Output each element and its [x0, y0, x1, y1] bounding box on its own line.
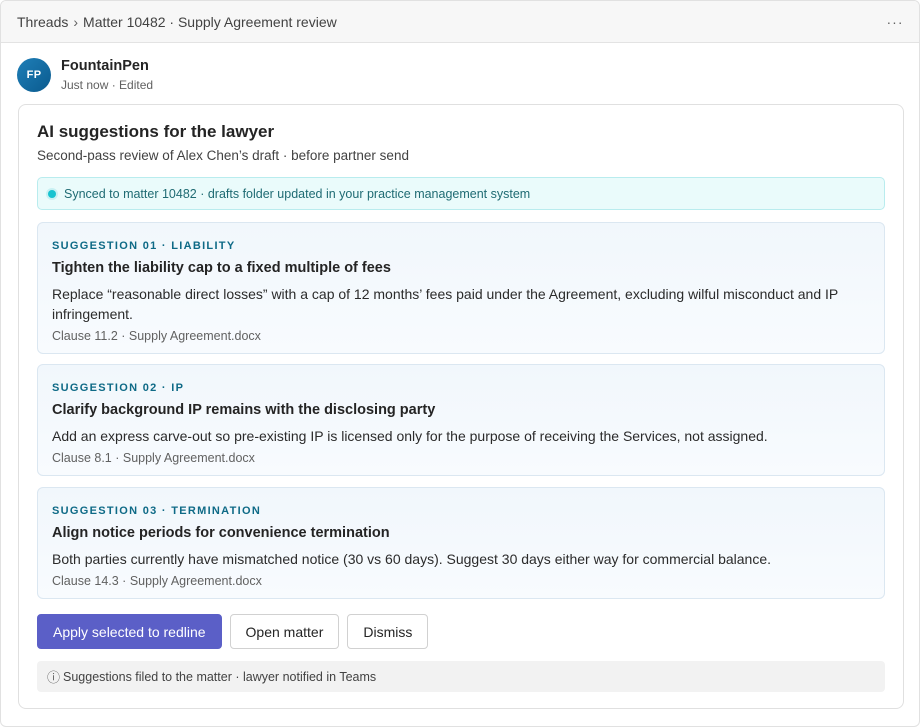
- suggestion-reference: Clause 11.2 · Supply Agreement.docx: [52, 329, 261, 343]
- info-icon: ⓘ: [47, 670, 61, 685]
- breadcrumb-separator: ›: [73, 13, 79, 30]
- suggestion-reference: Clause 14.3 · Supply Agreement.docx: [52, 574, 262, 588]
- suggestion-card-ip[interactable]: SUGGESTION 02 · IP Clarify background IP…: [37, 364, 885, 476]
- suggestion-body: Both parties currently have mismatched n…: [52, 551, 772, 567]
- suggestion-title: Clarify background IP remains with the d…: [52, 402, 436, 418]
- sync-status-dot-icon: [48, 189, 56, 198]
- card-subtitle: Second-pass review of Alex Chen’s draft …: [37, 148, 409, 163]
- suggestion-eyebrow: SUGGESTION 03 · TERMINATION: [52, 505, 262, 517]
- apply-to-redline-button[interactable]: Apply selected to redline: [37, 614, 222, 649]
- sender-block: FountainPen Just now · Edited: [61, 58, 153, 92]
- message-window: Threads › Matter 10482 · Supply Agreemen…: [0, 0, 920, 727]
- action-bar: Apply selected to redline Open matter Di…: [37, 614, 436, 649]
- breadcrumb-threads[interactable]: Threads: [17, 14, 68, 30]
- message-meta: Just now · Edited: [61, 78, 154, 92]
- more-options-icon[interactable]: ···: [885, 12, 905, 32]
- suggestion-body: Replace “reasonable direct losses” with …: [52, 286, 838, 322]
- suggestion-body: Add an express carve-out so pre-existing…: [52, 428, 768, 444]
- suggestion-card-termination[interactable]: SUGGESTION 03 · TERMINATION Align notice…: [37, 487, 885, 599]
- open-matter-button[interactable]: Open matter: [229, 614, 340, 649]
- footer-note-text: Suggestions filed to the matter · lawyer…: [63, 669, 377, 684]
- suggestion-card-liability[interactable]: SUGGESTION 01 · LIABILITY Tighten the li…: [37, 222, 885, 354]
- sync-status-text: Synced to matter 10482 · drafts folder u…: [64, 186, 531, 201]
- sender-name[interactable]: FountainPen: [61, 58, 153, 75]
- dismiss-button[interactable]: Dismiss: [347, 614, 429, 649]
- sync-status-banner: Synced to matter 10482 · drafts folder u…: [37, 177, 885, 210]
- suggestion-title: Align notice periods for convenience ter…: [52, 525, 390, 541]
- suggestion-title: Tighten the liability cap to a fixed mul…: [52, 260, 391, 276]
- suggestion-eyebrow: SUGGESTION 01 · LIABILITY: [52, 240, 236, 252]
- avatar[interactable]: FP: [17, 58, 51, 92]
- suggestion-reference: Clause 8.1 · Supply Agreement.docx: [52, 451, 255, 465]
- breadcrumb: Threads › Matter 10482 · Supply Agreemen…: [17, 14, 337, 30]
- breadcrumb-current: Matter 10482 · Supply Agreement review: [83, 13, 337, 30]
- card-title: AI suggestions for the lawyer: [37, 122, 275, 141]
- message-header: FP FountainPen Just now · Edited: [17, 58, 153, 92]
- top-bar: Threads › Matter 10482 · Supply Agreemen…: [1, 1, 919, 43]
- suggestion-eyebrow: SUGGESTION 02 · IP: [52, 382, 185, 394]
- suggestions-card: AI suggestions for the lawyer Second-pas…: [18, 104, 904, 709]
- footer-note: ⓘ Suggestions filed to the matter · lawy…: [37, 661, 885, 692]
